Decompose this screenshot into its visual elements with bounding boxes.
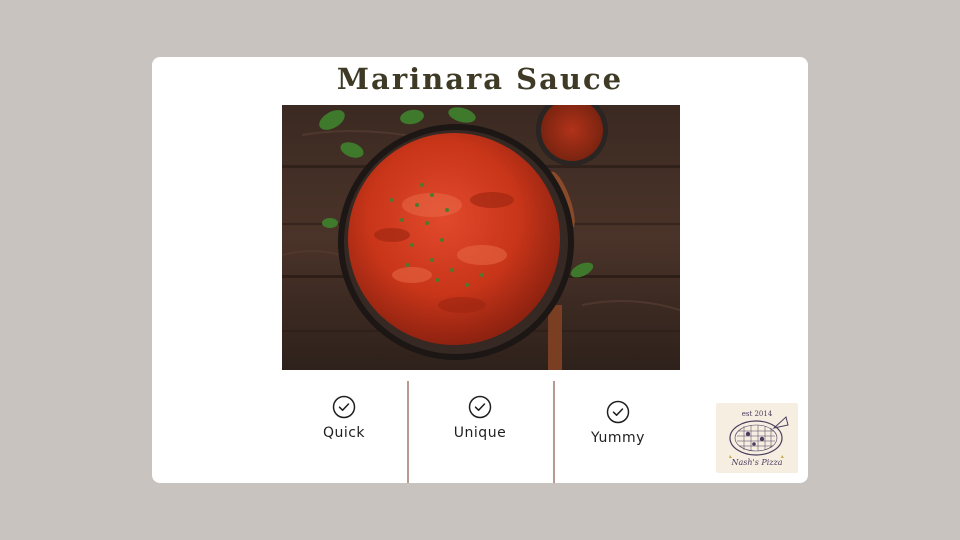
feature-unique: Unique	[425, 395, 535, 441]
logo-name-text: Nash's Pizza	[731, 458, 783, 467]
marinara-photo	[282, 105, 680, 370]
feature-yummy: Yummy	[563, 400, 673, 446]
brand-logo: est 2014 Nash's Pizza	[716, 403, 798, 473]
slide-title: Marinara Sauce	[336, 62, 624, 96]
feature-label: Unique	[453, 425, 507, 441]
check-circle-icon	[606, 400, 630, 424]
divider	[553, 381, 555, 483]
check-circle-icon	[332, 395, 356, 419]
check-circle-icon	[468, 395, 492, 419]
feature-quick: Quick	[289, 395, 399, 441]
divider	[407, 381, 409, 483]
feature-label: Quick	[322, 425, 366, 441]
feature-label: Yummy	[591, 430, 645, 446]
